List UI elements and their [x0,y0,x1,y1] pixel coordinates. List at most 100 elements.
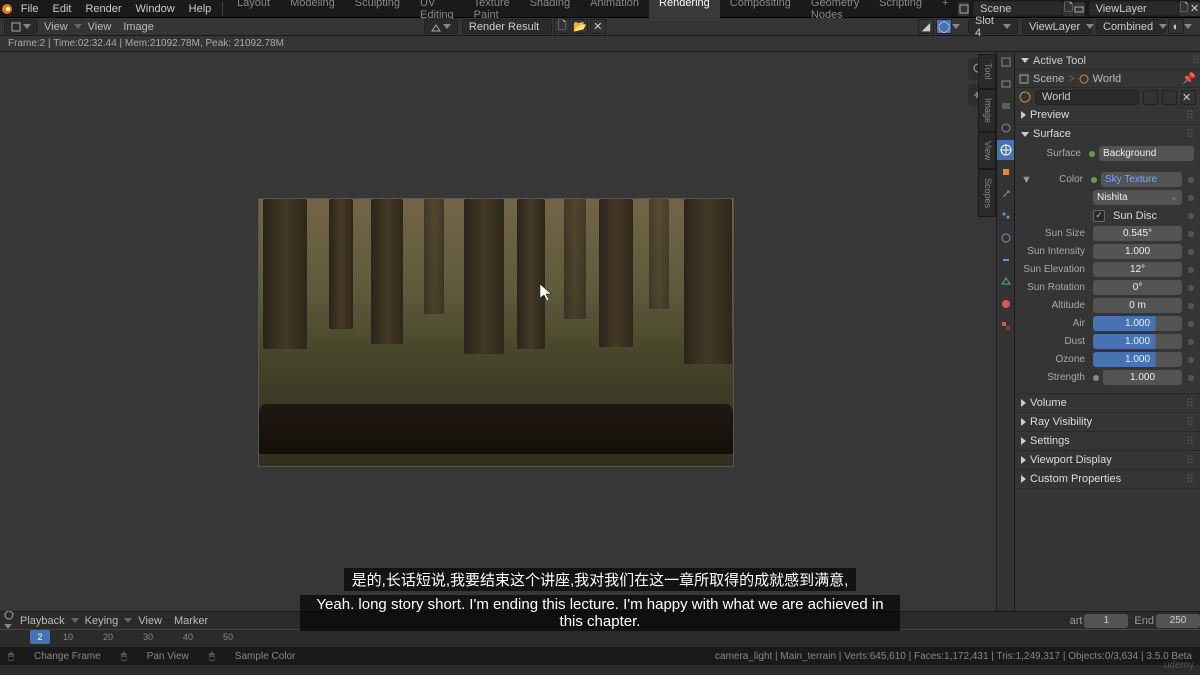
ie-menu-image[interactable]: Image [117,21,160,33]
panel-volume[interactable]: Volume⠿ [1015,394,1200,412]
panel-customprops[interactable]: Custom Properties⠿ [1015,470,1200,488]
layer-selector[interactable]: ViewLayer [1022,19,1092,34]
sidetab-image[interactable]: Image [978,89,996,132]
tab-sculpting[interactable]: Sculpting [345,0,410,21]
tl-start-field[interactable]: 1 [1084,614,1128,628]
menu-render[interactable]: Render [78,3,128,15]
viewlayer-new-icon[interactable]: 🗋 [1179,2,1190,16]
menu-edit[interactable]: Edit [46,3,79,15]
sun-size-field[interactable]: 0.545° [1093,226,1182,241]
bc-scene[interactable]: Scene [1033,73,1064,85]
fake-user-icon[interactable]: 🗋 [554,19,570,34]
proptab-viewlayer-icon[interactable] [997,96,1015,116]
tl-keying[interactable]: Keying [79,615,125,627]
tab-scripting[interactable]: Scripting [869,0,932,21]
image-picker-icon[interactable] [424,19,458,34]
image-editor-viewport[interactable]: Tool Image View Scopes [0,52,996,611]
scene-bc-icon [1019,74,1029,84]
menu-file[interactable]: File [14,3,46,15]
tab-add[interactable]: + [932,0,958,21]
new-world-btn[interactable] [1162,90,1177,105]
ie-menu-view1[interactable]: View [38,21,74,33]
strength-field[interactable]: 1.000 [1103,370,1182,385]
proptab-texture-icon[interactable] [997,316,1015,336]
proptab-scene-icon[interactable] [997,118,1015,138]
altitude-field[interactable]: 0 m [1093,298,1182,313]
color-texture-selector[interactable]: Sky Texture [1101,172,1182,187]
tab-compositing[interactable]: Compositing [720,0,801,21]
mouse-right-icon: 🖱 [209,651,215,662]
lbl-sunsize: Sun Size [1021,228,1089,239]
proptab-world-icon[interactable] [997,140,1015,160]
proptab-data-icon[interactable] [997,272,1015,292]
snap-icon[interactable]: ◯ [936,19,952,34]
blender-logo-icon [0,0,14,18]
proptab-particle-icon[interactable] [997,206,1015,226]
sun-elevation-field[interactable]: 12° [1093,262,1182,277]
panel-viewport[interactable]: Viewport Display⠿ [1015,451,1200,469]
playhead[interactable]: 2 [30,630,50,644]
tl-end-field[interactable]: 250 [1156,614,1200,628]
unlink-image-icon[interactable]: ✕ [590,19,606,34]
sidetab-tool[interactable]: Tool [978,54,996,89]
tab-uvediting[interactable]: UV Editing [410,0,464,21]
sidetab-scopes[interactable]: Scopes [978,169,996,217]
lbl-ozone: Ozone [1021,354,1089,365]
tab-modeling[interactable]: Modeling [280,0,345,21]
proptab-output-icon[interactable] [997,74,1015,94]
tl-playback[interactable]: Playback [14,615,71,627]
panel-rayvis[interactable]: Ray Visibility⠿ [1015,413,1200,431]
fake-user-btn[interactable] [1143,90,1158,105]
viewlayer-delete-icon[interactable]: ✕ [1189,2,1200,16]
tab-geonodes[interactable]: Geometry Nodes [801,0,869,21]
render-status: Frame:2 | Time:02:32.44 | Mem:21092.78M,… [0,36,1200,52]
properties-tab-strip [996,52,1014,611]
tab-rendering[interactable]: Rendering [649,0,720,21]
sun-disc-checkbox[interactable] [1093,210,1105,222]
sidetab-view[interactable]: View [978,132,996,169]
unlink-world-btn[interactable]: ✕ [1181,90,1196,105]
proptab-object-icon[interactable] [997,162,1015,182]
world-name-field[interactable]: World [1035,90,1139,105]
proptab-render-icon[interactable] [997,52,1015,72]
lbl-sunelev: Sun Elevation [1021,264,1089,275]
viewlayer-selector[interactable]: ViewLayer [1089,1,1179,16]
ozone-field[interactable]: 1.000 [1093,352,1182,367]
panel-settings[interactable]: Settings⠿ [1015,432,1200,450]
tab-animation[interactable]: Animation [580,0,649,21]
pivot-icon[interactable]: ◢ [918,19,934,34]
tl-view[interactable]: View [132,615,168,627]
pin-icon[interactable]: 📌 [1182,72,1196,85]
channel-rgba-icon[interactable]: ◐ [1168,19,1184,34]
dust-field[interactable]: 1.000 [1093,334,1182,349]
scene-new-icon[interactable]: 🗋 [1063,2,1074,16]
surface-shader-selector[interactable]: Background [1099,146,1194,161]
viewlayer-icon[interactable] [1074,2,1085,16]
panel-preview[interactable]: Preview⠿ [1015,106,1200,124]
sun-intensity-field[interactable]: 1.000 [1093,244,1182,259]
world-datablock-icon[interactable] [1019,91,1031,103]
menu-help[interactable]: Help [182,3,219,15]
slot-selector[interactable]: Slot 4 [968,19,1018,34]
pass-selector[interactable]: Combined [1096,19,1166,34]
scene-icon[interactable] [958,2,969,16]
proptab-material-icon[interactable] [997,294,1015,314]
new-image-icon[interactable]: 📂 [572,19,588,34]
air-field[interactable]: 1.000 [1093,316,1182,331]
tab-layout[interactable]: Layout [227,0,280,21]
sun-rotation-field[interactable]: 0° [1093,280,1182,295]
proptab-constraint-icon[interactable] [997,250,1015,270]
ie-menu-view2[interactable]: View [82,21,118,33]
tab-shading[interactable]: Shading [520,0,580,21]
image-name-field[interactable]: Render Result [462,19,552,34]
proptab-modifier-icon[interactable] [997,184,1015,204]
bc-world[interactable]: World [1093,73,1122,85]
editor-type-selector[interactable] [4,19,38,34]
lbl-alt: Altitude [1021,300,1089,311]
proptab-physics-icon[interactable] [997,228,1015,248]
panel-surface[interactable]: Surface⠿ [1015,125,1200,143]
menu-window[interactable]: Window [129,3,182,15]
tab-texturepaint[interactable]: Texture Paint [464,0,520,21]
sky-type-selector[interactable]: Nishita⌄ [1093,190,1182,205]
tl-marker[interactable]: Marker [168,615,214,627]
